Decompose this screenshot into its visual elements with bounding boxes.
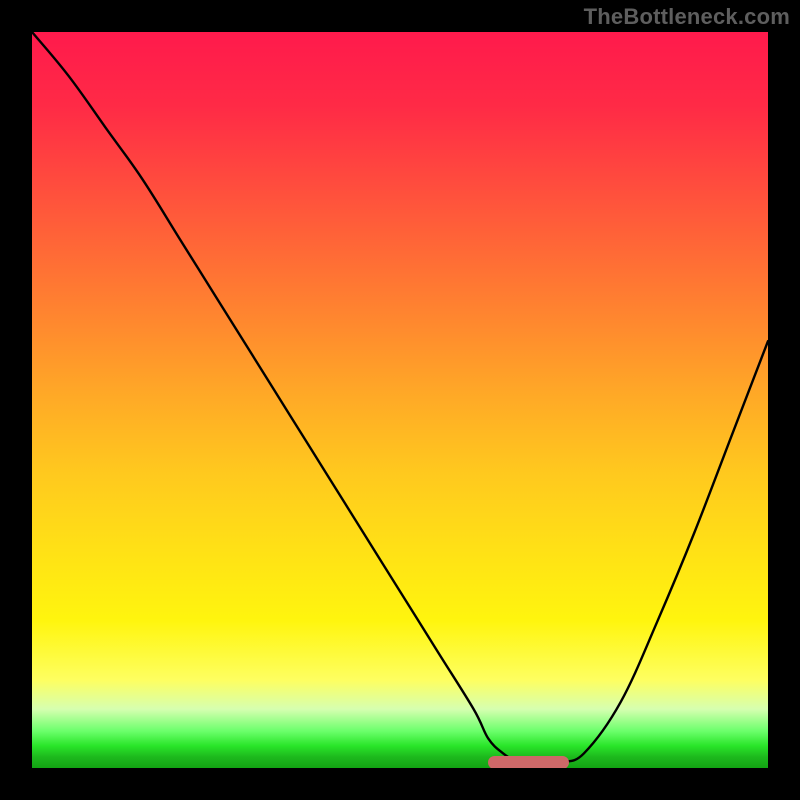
watermark-text: TheBottleneck.com <box>584 4 790 30</box>
bottleneck-curve <box>32 32 768 765</box>
plot-area <box>32 32 768 768</box>
chart-frame: TheBottleneck.com <box>0 0 800 800</box>
optimal-zone-marker <box>488 756 569 768</box>
curve-svg <box>32 32 768 768</box>
